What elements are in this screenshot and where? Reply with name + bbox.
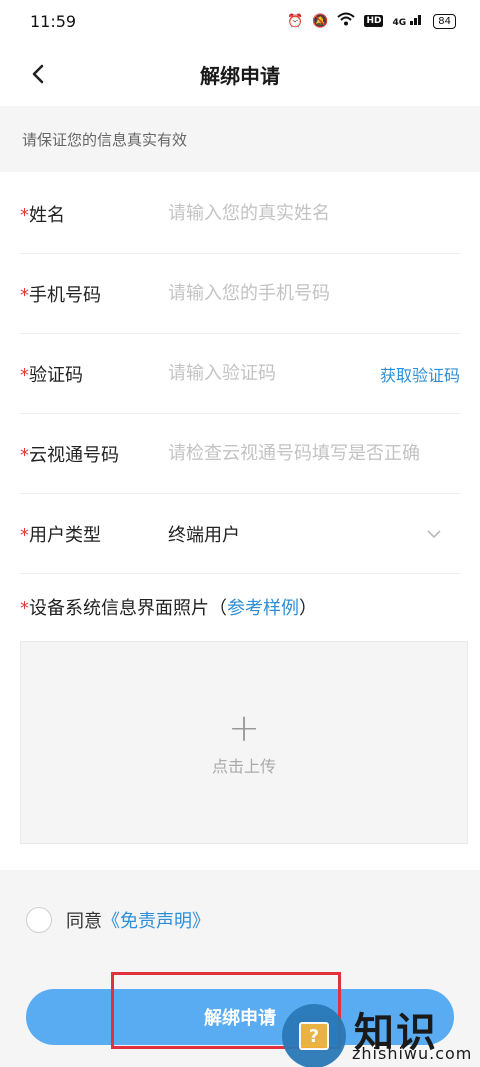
required-mark: *	[20, 204, 29, 226]
watermark: ? 知识屋® zhishiwu.com	[282, 996, 478, 1067]
phone-label: *手机号码	[20, 284, 101, 306]
agreement-row: 同意《免责声明》	[26, 905, 210, 935]
required-mark: *	[20, 598, 29, 619]
notice-bar: 请保证您的信息真实有效	[0, 106, 480, 172]
code-label: *验证码	[20, 364, 83, 386]
chevron-down-icon[interactable]	[422, 522, 446, 546]
notice-text: 请保证您的信息真实有效	[22, 130, 188, 149]
wifi-icon	[337, 12, 356, 30]
question-icon: ?	[299, 1022, 329, 1050]
get-code-button[interactable]: 获取验证码	[380, 362, 460, 386]
account-input[interactable]	[168, 443, 460, 464]
upload-box[interactable]: + 点击上传	[20, 641, 468, 844]
network-type: 4G	[392, 18, 407, 28]
account-label: *云视通号码	[20, 444, 119, 466]
watermark-sub: zhishiwu.com	[352, 1044, 473, 1063]
page-title: 解绑申请	[200, 63, 280, 88]
name-label: *姓名	[20, 204, 65, 226]
photo-label: *设备系统信息界面照片（参考样例）	[20, 598, 317, 619]
battery-icon: 84	[433, 13, 456, 29]
required-mark: *	[20, 524, 29, 546]
sample-link[interactable]: 参考样例	[227, 598, 299, 619]
code-input[interactable]	[168, 363, 288, 384]
hd-badge: HD	[364, 15, 384, 27]
code-row: *验证码 获取验证码	[20, 334, 460, 414]
signal-icon: 4G	[392, 13, 424, 29]
nav-bar: 解绑申请	[0, 42, 480, 106]
phone-input[interactable]	[168, 283, 460, 304]
mute-icon: 🔕	[312, 13, 329, 29]
account-row: *云视通号码	[20, 414, 460, 494]
back-button[interactable]	[22, 58, 54, 90]
watermark-logo-icon: ?	[282, 1004, 346, 1067]
required-mark: *	[20, 364, 29, 386]
name-input[interactable]	[168, 203, 460, 224]
name-row: *姓名	[20, 174, 460, 254]
chevron-left-icon	[32, 64, 44, 84]
plus-icon: +	[228, 705, 260, 750]
status-bar: 11:59 ⏰ 🔕 HD 4G 84	[0, 0, 480, 42]
phone-row: *手机号码	[20, 254, 460, 334]
status-icons: ⏰ 🔕 HD 4G 84	[287, 12, 456, 30]
upload-text: 点击上传	[211, 756, 276, 776]
user-type-select[interactable]: 终端用户	[168, 521, 422, 547]
user-type-label: *用户类型	[20, 524, 101, 546]
agreement-prefix: 同意	[66, 911, 102, 932]
required-mark: *	[20, 444, 29, 466]
alarm-icon: ⏰	[287, 13, 304, 29]
radio-unchecked-icon[interactable]	[26, 907, 52, 933]
status-time: 11:59	[30, 11, 77, 31]
required-mark: *	[20, 284, 29, 306]
user-type-row[interactable]: *用户类型 终端用户	[20, 494, 460, 574]
disclaimer-link[interactable]: 《免责声明》	[102, 911, 210, 932]
